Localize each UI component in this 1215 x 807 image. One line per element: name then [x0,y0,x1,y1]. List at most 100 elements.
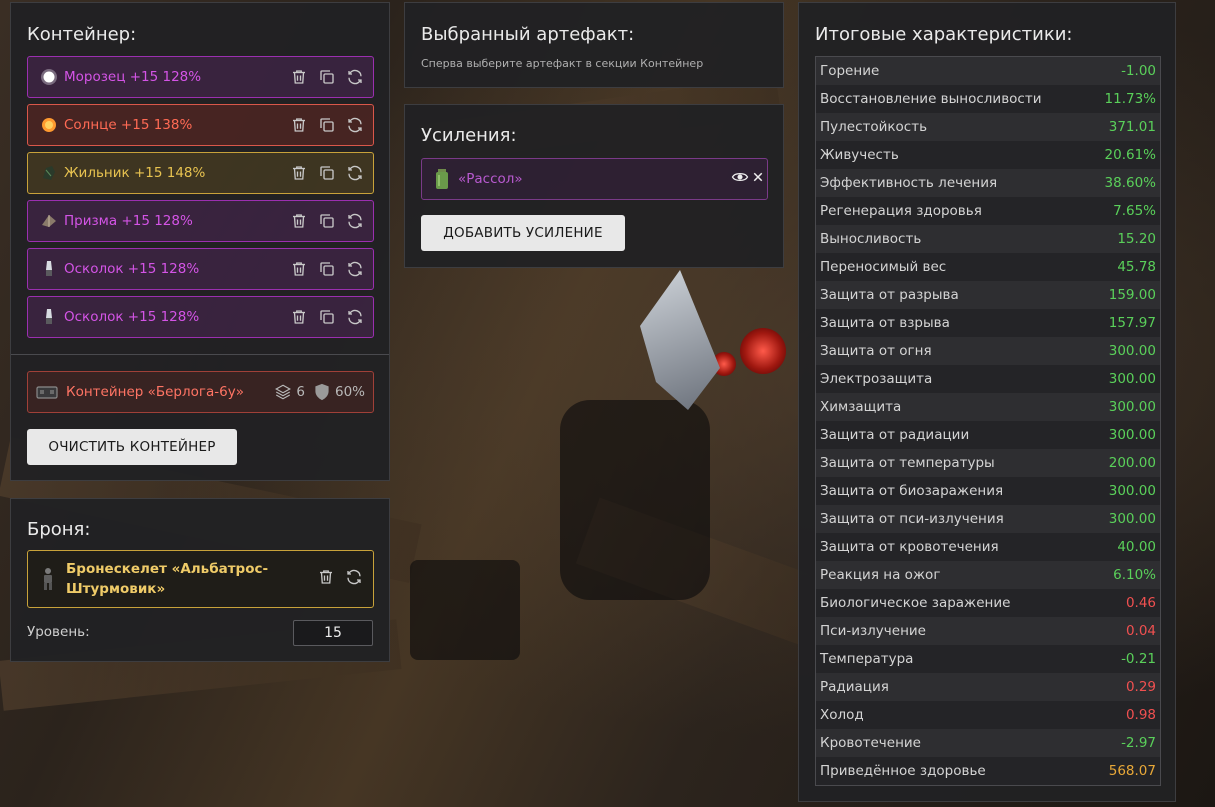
copy-icon[interactable] [317,163,337,183]
delete-icon[interactable] [289,211,309,231]
artifact-row[interactable]: Призма +15 128% [27,200,374,242]
delete-icon[interactable] [289,307,309,327]
stat-row: Приведённое здоровье 568.07 [816,757,1160,785]
stat-value: 300.00 [1108,371,1156,387]
delete-icon[interactable] [317,568,335,590]
stat-name: Приведённое здоровье [820,763,986,779]
artifact-row[interactable]: Осколок +15 128% [27,248,374,290]
stat-row: Защита от кровотечения 40.00 [816,533,1160,561]
replace-icon[interactable] [345,115,365,135]
artifact-row[interactable]: Морозец +15 128% [27,56,374,98]
copy-icon[interactable] [317,115,337,135]
prism-icon [40,212,58,230]
stat-value: 200.00 [1108,455,1156,471]
delete-icon[interactable] [289,259,309,279]
stat-value: 568.07 [1108,763,1156,779]
stat-name: Эффективность лечения [820,175,998,191]
container-box-icon [36,384,58,400]
artifact-name: Солнце +15 138% [64,117,193,133]
artifact-row[interactable]: Жильник +15 148% [27,152,374,194]
stat-value: 371.01 [1108,119,1156,135]
armor-item[interactable]: Бронескелет «Альбатрос-Штурмовик» [27,550,374,608]
container-slots-value: 6 [296,384,305,400]
stats-title: Итоговые характеристики: [815,24,1073,45]
stat-row: Защита от разрыва 159.00 [816,281,1160,309]
clear-container-button[interactable]: ОЧИСТИТЬ КОНТЕЙНЕР [27,429,237,465]
stat-value: 7.65% [1113,203,1156,219]
stat-row: Пси-излучение 0.04 [816,617,1160,645]
sun-orb-icon [40,116,58,134]
layers-icon [275,384,292,400]
stat-value: 300.00 [1108,511,1156,527]
stat-name: Выносливость [820,231,922,247]
stat-name: Регенерация здоровья [820,203,982,219]
vein-rock-icon [40,164,58,182]
delete-icon[interactable] [289,67,309,87]
stat-value: -1.00 [1121,63,1156,79]
replace-icon[interactable] [345,307,365,327]
stat-row: Химзащита 300.00 [816,393,1160,421]
container-panel: Контейнер: Морозец +15 128% Солнце +15 13… [10,2,390,481]
replace-icon[interactable] [345,568,363,590]
armor-panel: Броня: Бронескелет «Альбатрос-Штурмовик»… [10,498,390,662]
stat-name: Защита от пси-излучения [820,511,1004,527]
stat-name: Кровотечение [820,735,921,751]
replace-icon[interactable] [345,163,365,183]
armor-title: Броня: [27,519,91,540]
replace-icon[interactable] [345,211,365,231]
stat-value: 15.20 [1117,231,1156,247]
delete-icon[interactable] [289,163,309,183]
replace-icon[interactable] [345,67,365,87]
container-title: Контейнер: [27,24,137,45]
artifact-row[interactable]: Солнце +15 138% [27,104,374,146]
level-label: Уровень: [27,624,90,640]
stats-panel: Итоговые характеристики: Горение -1.00 Вос… [798,2,1176,802]
stat-name: Холод [820,707,864,723]
stat-name: Температура [820,651,914,667]
copy-icon[interactable] [317,211,337,231]
replace-icon[interactable] [345,259,365,279]
stat-name: Радиация [820,679,889,695]
eye-icon[interactable] [731,168,749,190]
artifact-name: Осколок +15 128% [64,261,200,277]
stat-row: Температура -0.21 [816,645,1160,673]
stat-value: -0.21 [1121,651,1156,667]
stat-name: Защита от радиации [820,427,970,443]
stat-value: 0.46 [1125,595,1156,611]
stat-name: Восстановление выносливости [820,91,1042,107]
artifact-row[interactable]: Осколок +15 128% [27,296,374,338]
stat-row: Защита от пси-излучения 300.00 [816,505,1160,533]
stats-table: Горение -1.00 Восстановление выносливости 1… [815,56,1161,786]
level-input[interactable] [293,620,373,646]
stat-row: Кровотечение -2.97 [816,729,1160,757]
stat-name: Пси-излучение [820,623,926,639]
stat-value: 45.78 [1117,259,1156,275]
boost-item[interactable]: «Рассол» [421,158,768,200]
stat-row: Холод 0.98 [816,701,1160,729]
delete-icon[interactable] [289,115,309,135]
stat-value: 38.60% [1104,175,1156,191]
stat-row: Пулестойкость 371.01 [816,113,1160,141]
stat-row: Электрозащита 300.00 [816,365,1160,393]
stat-name: Защита от взрыва [820,315,950,331]
stat-name: Защита от кровотечения [820,539,999,555]
close-icon[interactable] [749,168,767,190]
copy-icon[interactable] [317,67,337,87]
stat-name: Защита от биозаражения [820,483,1004,499]
copy-icon[interactable] [317,307,337,327]
stat-value: -2.97 [1121,735,1156,751]
armor-name: Бронескелет «Альбатрос-Штурмовик» [66,561,269,597]
add-boost-button[interactable]: ДОБАВИТЬ УСИЛЕНИЕ [421,215,625,251]
container-protection-value: 60% [334,384,365,400]
stat-name: Реакция на ожог [820,567,941,583]
exoskeleton-icon [38,567,58,591]
container-item[interactable]: Контейнер «Берлога-6у» 6 60% [27,371,374,413]
divider [11,354,389,355]
shard-icon [40,308,58,326]
stat-name: Электрозащита [820,371,933,387]
stat-value: 300.00 [1108,427,1156,443]
stat-value: 157.97 [1108,315,1156,331]
stat-name: Защита от огня [820,343,932,359]
stat-row: Защита от температуры 200.00 [816,449,1160,477]
copy-icon[interactable] [317,259,337,279]
